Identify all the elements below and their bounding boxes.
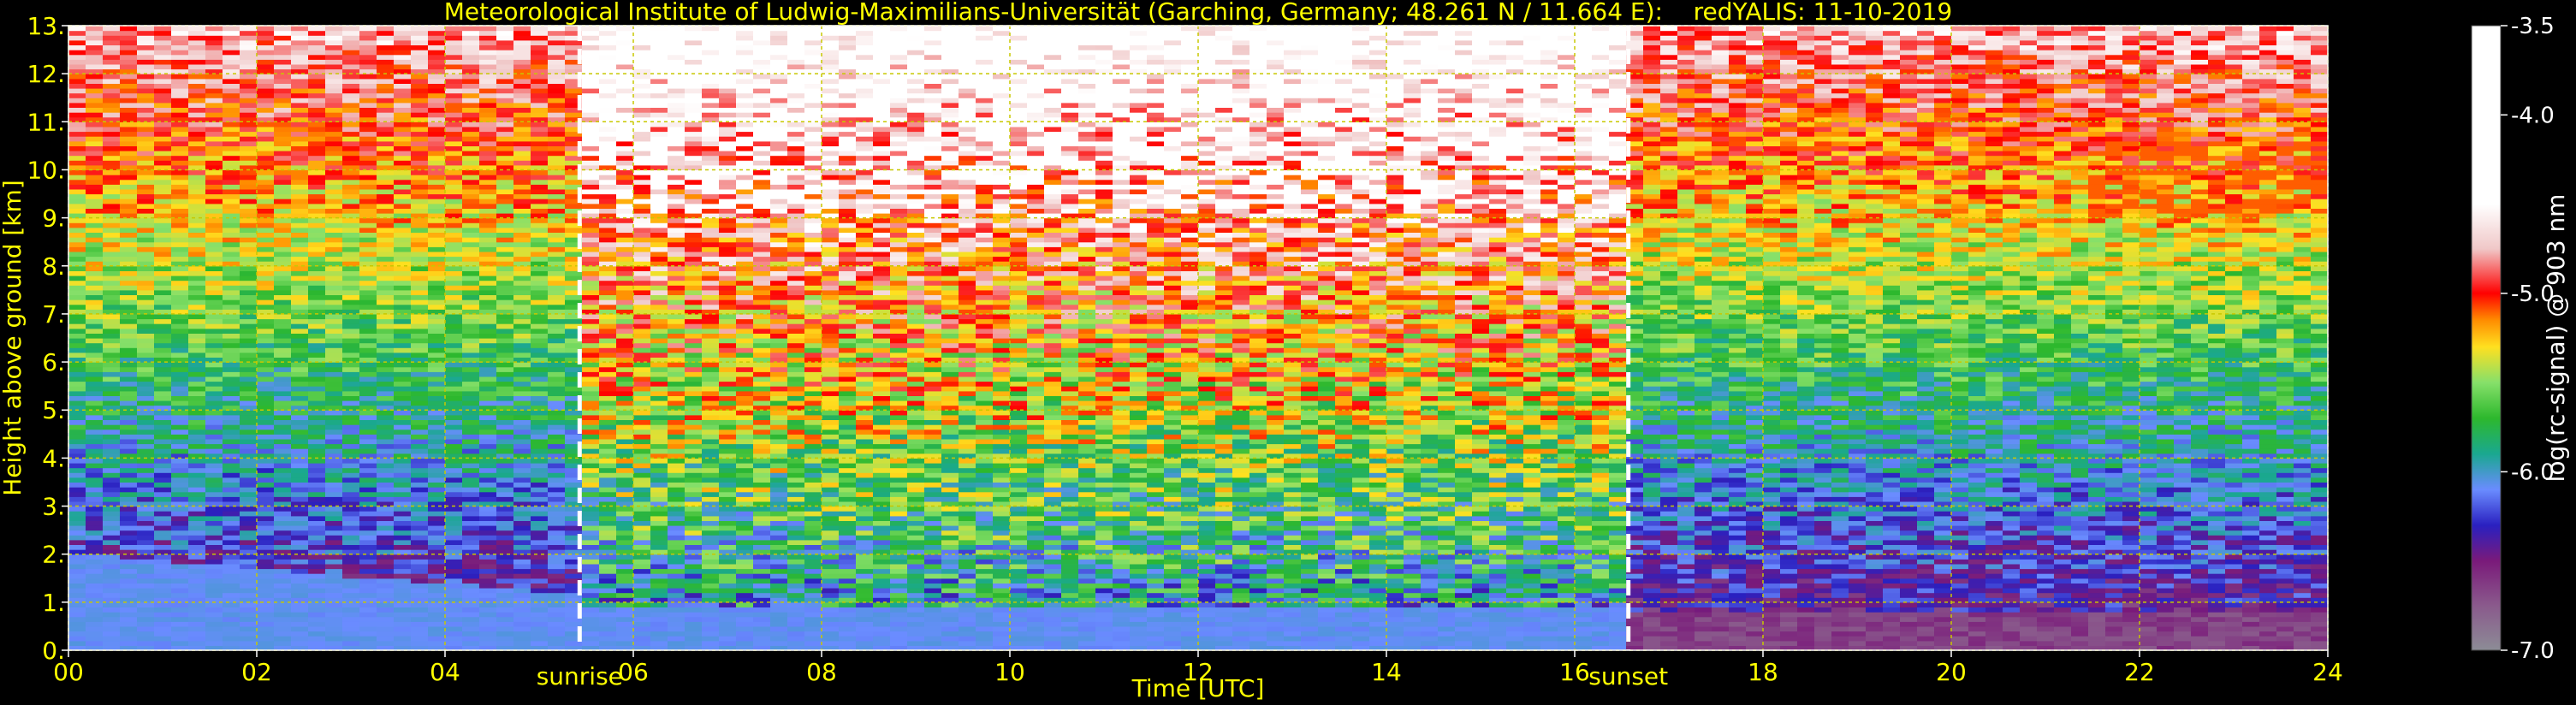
chart-title: Meteorological Institute of Ludwig-Maxim… [444, 0, 1952, 26]
y-tick-label: 10. [27, 156, 65, 184]
y-tick-label: 6. [42, 348, 65, 376]
x-tick-label: 20 [1936, 658, 1967, 686]
plot-area: sunrise sunset [68, 25, 2329, 690]
x-tick-label: 22 [2124, 658, 2155, 686]
y-tick-label: 2. [42, 541, 65, 569]
x-tick-label: 24 [2312, 658, 2343, 686]
sunset-label: sunset [1588, 662, 1668, 690]
lidar-figure: Meteorological Institute of Ludwig-Maxim… [0, 0, 2570, 702]
colorbar-label: log(rc-signal) @ 903 nm [2542, 194, 2570, 483]
y-axis: 0. 1. 2. 3. 4. 5. 6. 7. 8. 9. 10. 11. 12. 13. [27, 12, 68, 665]
colorbar-tick-label: -3.5 [2511, 14, 2555, 39]
backscatter-heatmap [68, 26, 2328, 650]
y-tick-label: 13. [27, 12, 65, 40]
y-axis-label: Height above ground [km] [0, 180, 27, 496]
x-tick-label: 08 [806, 658, 837, 686]
y-tick-label: 8. [42, 252, 65, 281]
y-tick-label: 3. [42, 493, 65, 521]
x-axis-label: Time [UTC] [1131, 674, 1265, 702]
x-tick-label: 16 [1559, 658, 1590, 686]
y-tick-label: 12. [27, 60, 65, 88]
y-tick-label: 5. [42, 396, 65, 424]
y-tick-label: 11. [27, 108, 65, 136]
colorbar-tick-label: -4.0 [2511, 103, 2555, 128]
x-tick-label: 10 [994, 658, 1025, 686]
y-tick-label: 7. [42, 300, 65, 329]
colorbar-tick-label: -7.0 [2511, 638, 2555, 664]
x-tick-label: 04 [430, 658, 460, 686]
colorbar-scale [2471, 25, 2502, 651]
sunrise-label: sunrise [537, 662, 623, 690]
y-tick-label: 4. [42, 444, 65, 472]
x-tick-label: 18 [1748, 658, 1778, 686]
x-tick-label: 14 [1371, 658, 1402, 686]
x-tick-label: 06 [618, 658, 649, 686]
y-tick-label: 9. [42, 204, 65, 233]
y-tick-label: 0. [42, 637, 65, 665]
y-tick-label: 1. [42, 589, 65, 617]
x-tick-label: 02 [241, 658, 272, 686]
colorbar: -3.5-4.0-5.0-6.0-7.0 log(rc-signal) @ 90… [2471, 14, 2570, 664]
